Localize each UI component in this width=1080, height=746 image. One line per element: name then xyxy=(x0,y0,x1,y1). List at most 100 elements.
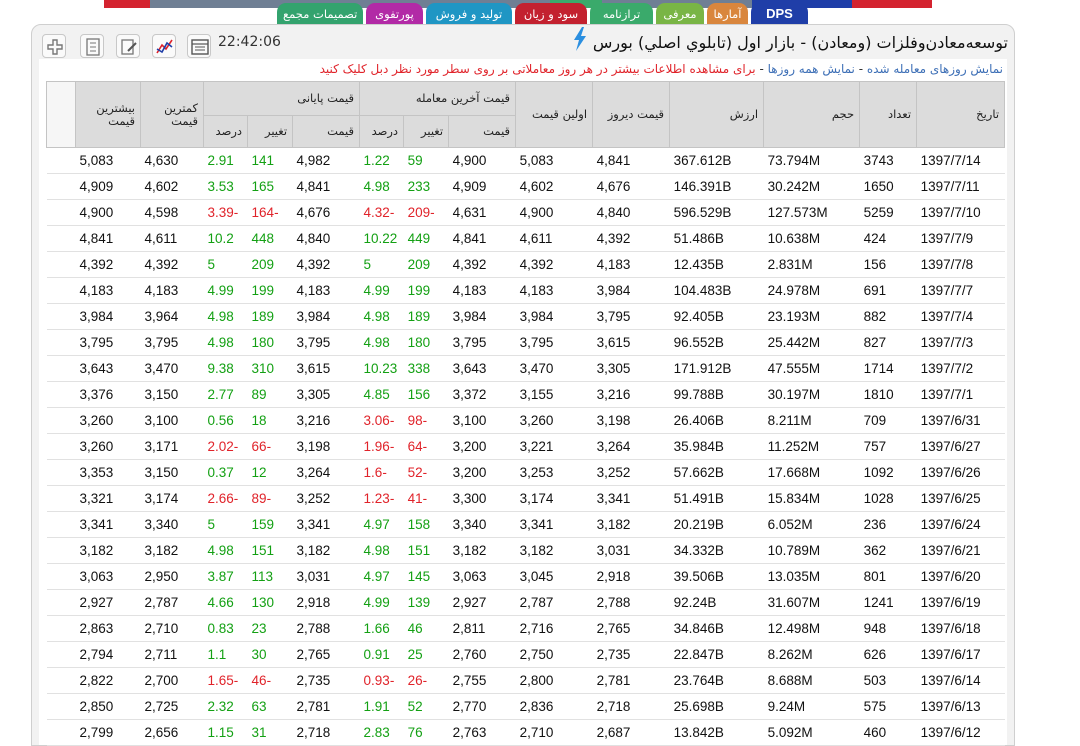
table-row[interactable]: 1397/6/19 1241 31.607M 92.24B 2,788 2,787 2,92… xyxy=(46,589,1005,616)
cell-value: 23.764B xyxy=(669,667,764,694)
tab-6[interactable]: پورتفوی xyxy=(366,3,423,25)
cell-min: 3,964 xyxy=(140,303,204,330)
cell-first-price: 3,221 xyxy=(515,433,593,460)
table-row[interactable]: 1397/6/26 1092 17.668M 57.662B 3,252 3,253 3,2… xyxy=(46,459,1005,486)
tab-bar: DPS آمارها معرفی ترازنامه سود و زیان تولید و … xyxy=(277,3,808,25)
cell-max: 3,353 xyxy=(75,459,141,486)
cell-value: 13.842B xyxy=(669,719,764,746)
show-all-days-link[interactable]: نمایش همه روزها xyxy=(768,62,855,76)
cell-last-price: 3,643 xyxy=(448,355,516,382)
tab-4[interactable]: سود و زیان xyxy=(515,3,587,25)
tab-2[interactable]: معرفی xyxy=(656,3,704,25)
table-row[interactable]: 1397/7/10 5259 127.573M 596.529B 4,840 4,900 4… xyxy=(46,199,1005,226)
cell-min: 2,710 xyxy=(140,615,204,642)
table-row[interactable]: 1397/7/1 1810 30.197M 99.788B 3,216 3,155 3,37… xyxy=(46,381,1005,408)
table-row[interactable]: 1397/6/18 948 12.498M 34.846B 2,765 2,716 2,81… xyxy=(46,615,1005,642)
cell-prev-price: 3,182 xyxy=(592,511,670,538)
table-row[interactable]: 1397/6/31 709 8.211M 26.406B 3,198 3,260 3,100… xyxy=(46,407,1005,434)
cell-date: 1397/6/17 xyxy=(916,641,1005,668)
cell-last-change: 158 xyxy=(403,511,449,538)
cell-min: 4,183 xyxy=(140,277,204,304)
edit-icon[interactable] xyxy=(116,34,140,58)
trade-history-table: تاریخ تعداد حجم ارزش قیمت دیروز اولین قی… xyxy=(46,81,1006,746)
cell-volume: 9.24M xyxy=(763,693,860,720)
cell-last-percent: -4.32 xyxy=(359,199,404,226)
cell-last-change: 180 xyxy=(403,329,449,356)
col-date[interactable]: تاریخ xyxy=(916,81,1006,148)
cell-volume: 127.573M xyxy=(763,199,860,226)
tab-5[interactable]: تولید و فروش xyxy=(426,3,512,25)
table-row[interactable]: 1397/7/7 691 24.978M 104.483B 3,984 4,183 4,18… xyxy=(46,277,1005,304)
cell-close-price: 3,031 xyxy=(292,563,360,590)
col-first-price[interactable]: اولین قیمت xyxy=(515,81,594,148)
tab-3[interactable]: ترازنامه xyxy=(590,3,653,25)
document-icon[interactable] xyxy=(80,34,104,58)
table-row[interactable]: 1397/7/4 882 23.193M 92.405B 3,795 3,984 3,984… xyxy=(46,303,1005,330)
table-row[interactable]: 1397/6/17 626 8.262M 22.847B 2,735 2,750 2,760… xyxy=(46,641,1005,668)
tab-0[interactable]: DPS xyxy=(751,3,808,25)
table-row[interactable]: 1397/6/14 503 8.688M 23.764B 2,781 2,800 2,755… xyxy=(46,667,1005,694)
chart-icon[interactable] xyxy=(152,34,176,58)
col-value[interactable]: ارزش xyxy=(669,81,765,148)
col-min[interactable]: کمترین قیمت xyxy=(140,81,204,148)
cell-blank xyxy=(46,173,76,200)
cell-last-price: 3,182 xyxy=(448,537,516,564)
col-blank xyxy=(46,81,76,148)
table-row[interactable]: 1397/6/24 236 6.052M 20.219B 3,182 3,341 3,340… xyxy=(46,511,1005,538)
table-row[interactable]: 1397/7/14 3743 73.794M 367.612B 4,841 5,083 4,… xyxy=(46,147,1005,174)
col-prev-price[interactable]: قیمت دیروز xyxy=(592,81,671,148)
cell-date: 1397/7/14 xyxy=(916,147,1005,174)
cell-max: 5,083 xyxy=(75,147,141,174)
cell-last-price: 4,183 xyxy=(448,277,516,304)
cell-date: 1397/7/7 xyxy=(916,277,1005,304)
top-bar-red-block-2 xyxy=(852,0,932,8)
cell-prev-price: 3,216 xyxy=(592,381,670,408)
add-icon[interactable] xyxy=(42,34,66,58)
col-close-price[interactable]: قیمت xyxy=(292,115,361,148)
table-icon[interactable] xyxy=(187,34,211,58)
cell-count: 948 xyxy=(859,615,917,642)
col-volume[interactable]: حجم xyxy=(763,81,861,148)
tab-7[interactable]: تصمیمات مجمع xyxy=(277,3,363,25)
col-last-change[interactable]: تغییر xyxy=(403,115,450,148)
cell-value: 34.846B xyxy=(669,615,764,642)
cell-first-price: 4,602 xyxy=(515,173,593,200)
cell-prev-price: 4,183 xyxy=(592,251,670,278)
cell-blank xyxy=(46,433,76,460)
cell-close-price: 3,795 xyxy=(292,329,360,356)
cell-prev-price: 4,840 xyxy=(592,199,670,226)
cell-first-price: 3,155 xyxy=(515,381,593,408)
table-row[interactable]: 1397/7/9 424 10.638M 51.486B 4,392 4,611 4,841… xyxy=(46,225,1005,252)
show-traded-days-link[interactable]: نمایش روزهای معامله شده xyxy=(867,62,1003,76)
cell-close-percent: 4.66 xyxy=(203,589,248,616)
tab-1[interactable]: آمارها xyxy=(707,3,748,25)
col-last-price[interactable]: قیمت xyxy=(448,115,517,148)
table-row[interactable]: 1397/7/8 156 2.831M 12.435B 4,183 4,392 4,392 2… xyxy=(46,251,1005,278)
cell-close-price: 2,765 xyxy=(292,641,360,668)
cell-volume: 17.668M xyxy=(763,459,860,486)
table-row[interactable]: 1397/6/27 757 11.252M 35.984B 3,264 3,221 3,20… xyxy=(46,433,1005,460)
col-close-change[interactable]: تغییر xyxy=(247,115,294,148)
cell-last-percent: -0.93 xyxy=(359,667,404,694)
table-row[interactable]: 1397/6/21 362 10.789M 34.332B 3,031 3,182 3,18… xyxy=(46,537,1005,564)
table-row[interactable]: 1397/6/13 575 9.24M 25.698B 2,718 2,836 2,770 5… xyxy=(46,693,1005,720)
table-row[interactable]: 1397/6/25 1028 15.834M 51.491B 3,341 3,174 3,3… xyxy=(46,485,1005,512)
cell-value: 35.984B xyxy=(669,433,764,460)
col-close-percent[interactable]: درصد xyxy=(202,115,249,148)
table-row[interactable]: 1397/6/20 801 13.035M 39.506B 2,918 3,045 3,06… xyxy=(46,563,1005,590)
table-row[interactable]: 1397/7/11 1650 30.242M 146.391B 4,676 4,602 4,… xyxy=(46,173,1005,200)
table-row[interactable]: 1397/6/12 460 5.092M 13.842B 2,687 2,710 2,763… xyxy=(46,719,1005,746)
cell-value: 34.332B xyxy=(669,537,764,564)
cell-last-price: 2,770 xyxy=(448,693,516,720)
cell-last-price: 3,200 xyxy=(448,459,516,486)
cell-max: 3,376 xyxy=(75,381,141,408)
col-max[interactable]: بیشترین قیمت xyxy=(75,81,141,148)
cell-date: 1397/6/19 xyxy=(916,589,1005,616)
col-count[interactable]: تعداد xyxy=(859,81,918,148)
table-row[interactable]: 1397/7/2 1714 47.555M 171.912B 3,305 3,470 3,6… xyxy=(46,355,1005,382)
cell-last-percent: 4.99 xyxy=(359,589,404,616)
col-last-percent[interactable]: درصد xyxy=(359,115,405,148)
cell-prev-price: 4,841 xyxy=(592,147,670,174)
cell-volume: 24.978M xyxy=(763,277,860,304)
table-row[interactable]: 1397/7/3 827 25.442M 96.552B 3,615 3,795 3,795… xyxy=(46,329,1005,356)
